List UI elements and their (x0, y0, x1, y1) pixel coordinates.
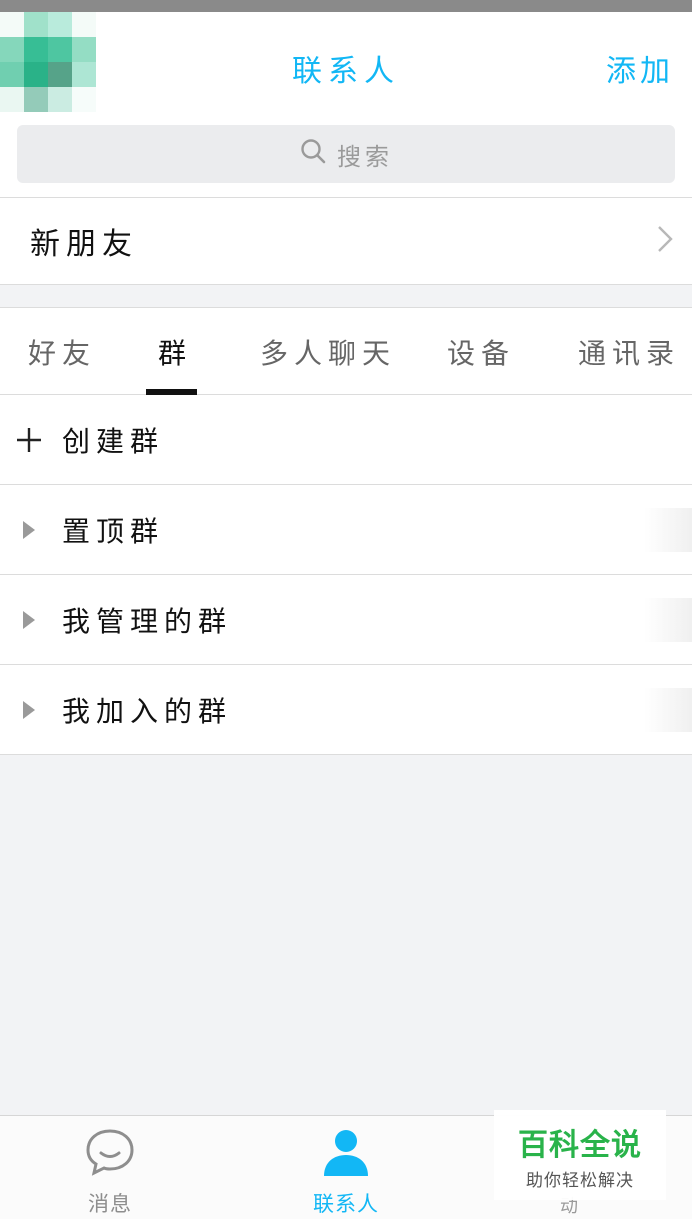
status-bar (0, 0, 692, 12)
tab-address-book[interactable]: 通讯录 (578, 308, 680, 396)
watermark-subtitle: 助你轻松解决 (526, 1170, 634, 1191)
plus-icon (14, 425, 44, 455)
caret-right-icon (14, 695, 44, 725)
tab-multi-chat[interactable]: 多人聊天 (260, 308, 396, 396)
chat-bubble-icon (84, 1126, 136, 1182)
contact-tabs: 好友 群 多人聊天 设备 通讯录 (0, 307, 692, 396)
create-group-row[interactable]: 创建群 (0, 395, 692, 485)
tab-friends[interactable]: 好友 (28, 308, 96, 396)
new-friends-label: 新朋友 (30, 227, 138, 262)
search-placeholder: 搜索 (337, 142, 393, 171)
chevron-right-icon (656, 224, 674, 258)
bottom-tab-label: 消息 (88, 1192, 132, 1216)
group-section-label: 置顶群 (62, 514, 165, 548)
bottom-tab-messages[interactable]: 消息 (55, 1126, 165, 1216)
list-item[interactable]: 置顶群 (0, 485, 692, 575)
blurred-content (644, 597, 692, 642)
search-input[interactable]: 搜索 (17, 125, 675, 183)
bottom-tab-contacts[interactable]: 联系人 (291, 1126, 401, 1216)
create-group-label: 创建群 (62, 424, 165, 458)
caret-right-icon (14, 605, 44, 635)
blurred-content (644, 687, 692, 732)
blurred-content (644, 507, 692, 552)
caret-right-icon (14, 515, 44, 545)
tab-groups[interactable]: 群 (158, 308, 192, 396)
group-section-label: 我加入的群 (62, 694, 233, 728)
tab-devices[interactable]: 设备 (447, 308, 515, 396)
group-list: 创建群 置顶群 我管理的群 我加入的群 (0, 395, 692, 755)
person-icon (320, 1126, 372, 1182)
watermark-logo: 百科全说 助你轻松解决 (494, 1110, 666, 1200)
new-friends-row[interactable]: 新朋友 (0, 197, 692, 285)
watermark-title: 百科全说 (518, 1127, 642, 1163)
search-icon (299, 137, 327, 171)
group-section-label: 我管理的群 (62, 604, 233, 638)
add-button[interactable]: 添加 (606, 46, 674, 90)
bottom-tab-label: 联系人 (313, 1192, 379, 1216)
list-item[interactable]: 我加入的群 (0, 665, 692, 755)
list-item[interactable]: 我管理的群 (0, 575, 692, 665)
page-title: 联系人 (292, 54, 400, 89)
